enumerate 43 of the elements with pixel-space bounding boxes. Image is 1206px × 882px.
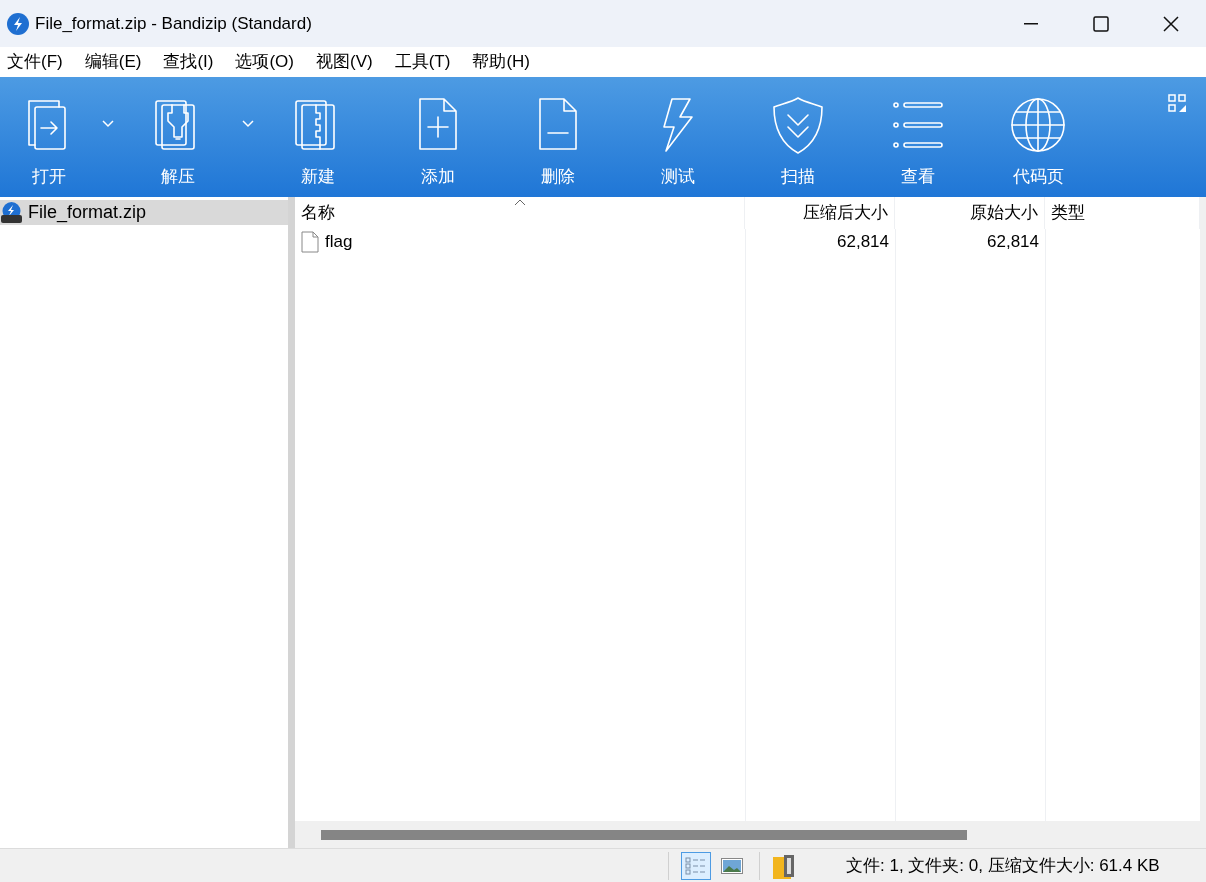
- close-icon: [1163, 15, 1179, 32]
- table-cell-text: 62,814: [987, 231, 1039, 254]
- status-text: 文件: 1, 文件夹: 0, 压缩文件大小: 61.4 KB: [846, 854, 1160, 877]
- chevron-down-icon: [242, 120, 254, 128]
- tree-item[interactable]: File_format.zip: [0, 200, 288, 225]
- app-logo-icon: [7, 12, 29, 35]
- column-header[interactable]: 类型: [1045, 197, 1200, 229]
- toolbar-button[interactable]: 删除: [498, 77, 618, 197]
- toolbar-button[interactable]: 扫描: [738, 77, 858, 197]
- zip-archive-icon: [1, 202, 22, 223]
- column-header[interactable]: 名称: [295, 197, 745, 229]
- menu-item[interactable]: 视图(V): [311, 49, 378, 75]
- column-header[interactable]: 压缩后大小: [745, 197, 895, 229]
- menu-item[interactable]: 查找(I): [158, 49, 219, 75]
- toolbar-button[interactable]: 查看: [858, 77, 978, 197]
- layout-grid-icon[interactable]: [1168, 94, 1188, 114]
- minimize-icon: [1024, 22, 1038, 25]
- table-cell-text: 62,814: [837, 231, 889, 254]
- details-view-icon: [684, 855, 708, 876]
- horizontal-scrollbar[interactable]: [295, 821, 1200, 848]
- toolbar-button[interactable]: 打开: [0, 77, 98, 197]
- toolbar-button[interactable]: 添加: [378, 77, 498, 197]
- menu-item[interactable]: 选项(O): [230, 49, 299, 75]
- chevron-down-icon: [102, 120, 114, 128]
- menu-item[interactable]: 工具(T): [389, 49, 456, 75]
- view-mode-button[interactable]: [681, 851, 711, 880]
- toolbar-button[interactable]: 测试: [618, 77, 738, 197]
- menu-item[interactable]: 文件(F): [2, 49, 68, 75]
- globe-icon: [1008, 95, 1068, 155]
- toolbar-button[interactable]: 新建: [258, 77, 378, 197]
- menu-item[interactable]: 帮助(H): [467, 49, 535, 75]
- archive-folder-icon: [772, 852, 796, 879]
- window-title: File_format.zip - Bandizip (Standard): [35, 12, 312, 35]
- picture-view-icon: [721, 857, 743, 874]
- maximize-icon: [1093, 15, 1109, 32]
- menu-item[interactable]: 编辑(E): [79, 49, 147, 75]
- table-cell-text: flag: [325, 231, 353, 254]
- toolbar-button[interactable]: 代码页: [978, 77, 1098, 197]
- scrollbar-thumb[interactable]: [321, 829, 967, 840]
- column-header[interactable]: 原始大小: [895, 197, 1045, 229]
- file-icon: [301, 231, 319, 253]
- file-row[interactable]: flag 62,814 62,814: [295, 229, 1200, 255]
- toolbar-button[interactable]: 解压: [118, 77, 238, 197]
